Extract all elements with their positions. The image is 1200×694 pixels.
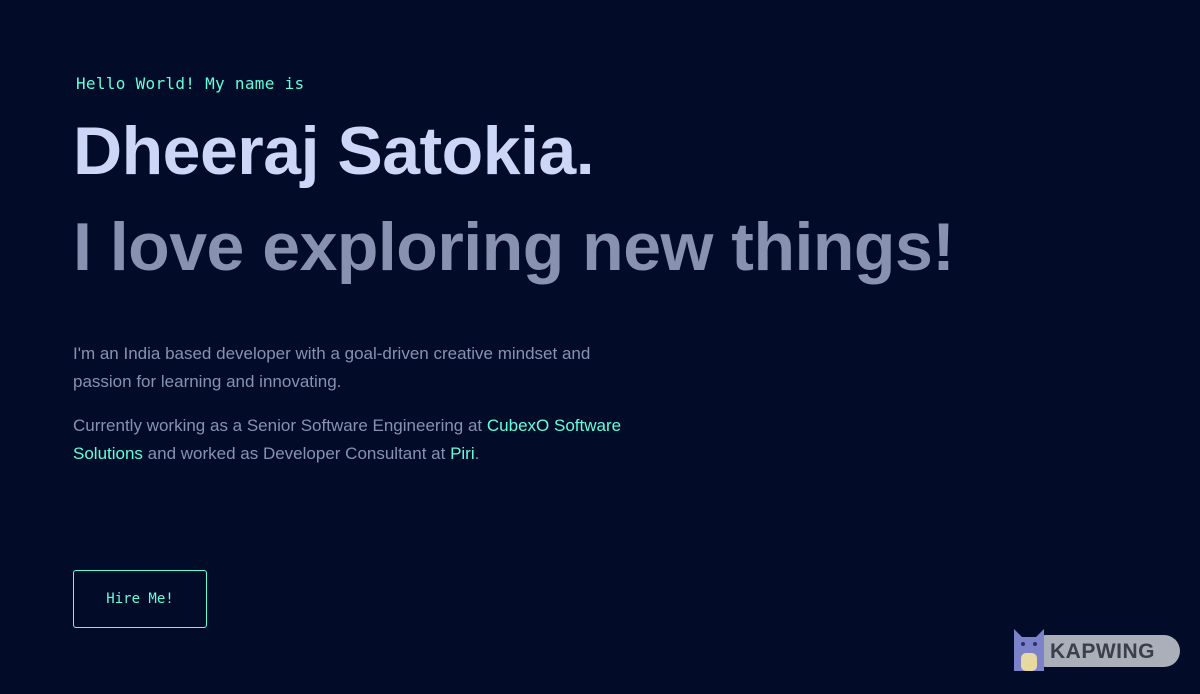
bio-work-text-end: . (474, 444, 480, 463)
kapwing-cat-logo-icon (1014, 629, 1044, 671)
kapwing-watermark: KAPWING (1012, 627, 1182, 671)
hire-me-button[interactable]: Hire Me! (73, 570, 207, 628)
greeting-text: Hello World! My name is (76, 74, 305, 93)
previous-company-link[interactable]: Piri (450, 444, 475, 463)
watermark-text: KAPWING (1050, 640, 1155, 663)
bio-paragraph-work: Currently working as a Senior Software E… (73, 412, 633, 468)
bio-work-text-2: and worked as Developer Consultant at (142, 444, 451, 463)
bio-section: I'm an India based developer with a goal… (73, 340, 633, 484)
bio-paragraph-intro: I'm an India based developer with a goal… (73, 344, 591, 391)
bio-work-text-1: Currently working as a Senior Software E… (73, 416, 487, 435)
name-heading: Dheeraj Satokia. (73, 113, 595, 189)
tagline-heading: I love exploring new things! (73, 209, 955, 285)
